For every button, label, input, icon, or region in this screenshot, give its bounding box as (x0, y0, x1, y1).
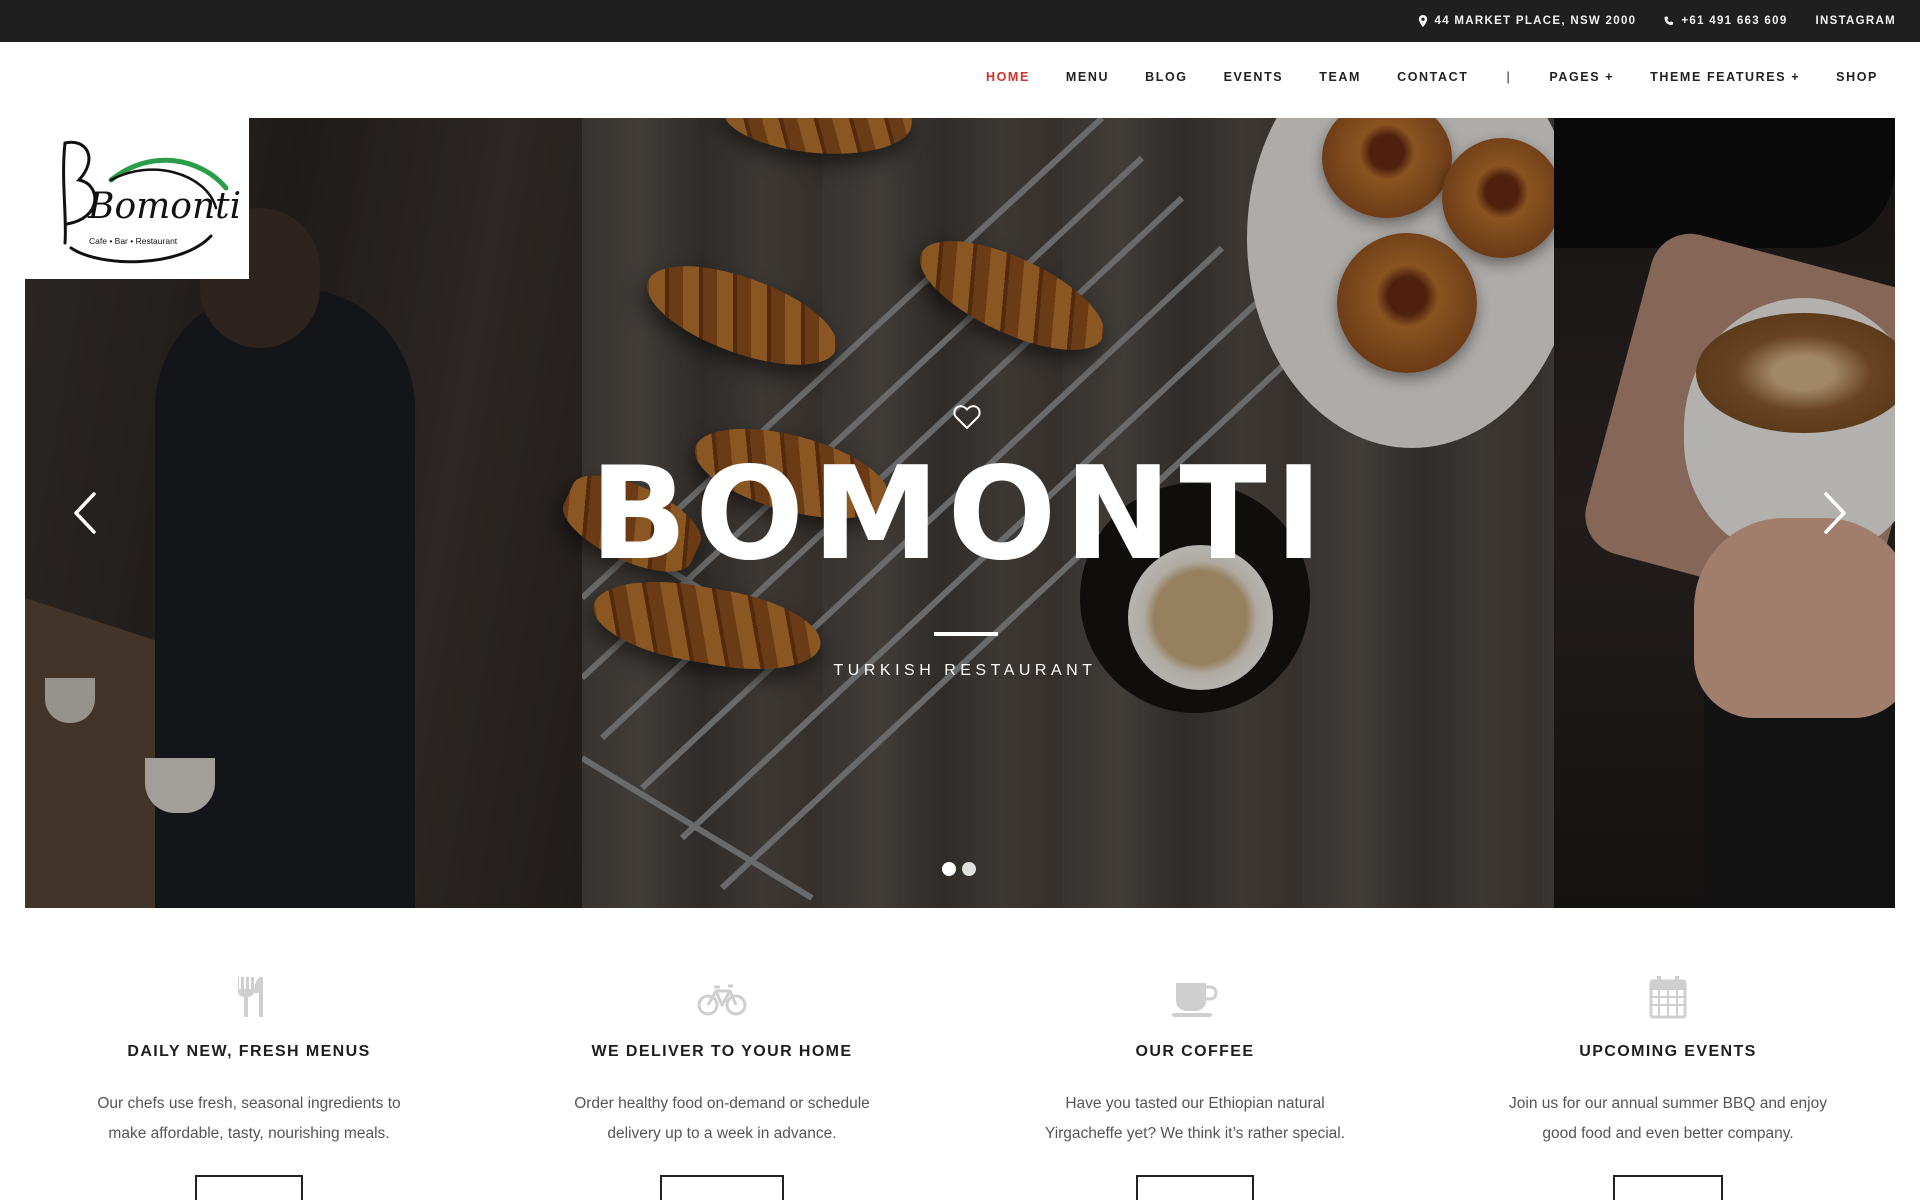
feature-title: UPCOMING EVENTS (1579, 1043, 1757, 1060)
nav-item-theme-features[interactable]: THEME FEATURES + (1632, 70, 1818, 84)
feature-description-line: Order healthy food on-demand or schedule (574, 1095, 870, 1112)
feature-title: OUR COFFEE (1135, 1043, 1255, 1060)
slider-next-arrow[interactable] (1820, 490, 1850, 536)
nav-item-team[interactable]: TEAM (1301, 70, 1379, 84)
feature-coffee: OUR COFFEE Have you tasted our Ethiopian… (995, 975, 1395, 1200)
instagram-text: INSTAGRAM (1815, 15, 1896, 27)
feature-description: Our chefs use fresh, seasonal ingredient… (49, 1089, 449, 1149)
map-pin-icon (1418, 15, 1427, 27)
slider-dot-1[interactable] (942, 862, 956, 876)
feature-description: Join us for our annual summer BBQ and en… (1468, 1089, 1868, 1149)
nav-item-shop[interactable]: SHOP (1818, 70, 1896, 84)
logo-mark: Bomonti Cafe • Bar • Restaurant (62, 140, 241, 264)
feature-button[interactable] (1136, 1175, 1254, 1200)
feature-title: WE DELIVER TO YOUR HOME (591, 1043, 853, 1060)
feature-title: DAILY NEW, FRESH MENUS (127, 1043, 371, 1060)
feature-description-line: Our chefs use fresh, seasonal ingredient… (97, 1095, 401, 1112)
site-logo[interactable]: Bomonti Cafe • Bar • Restaurant (25, 118, 249, 279)
feature-button[interactable] (1613, 1175, 1723, 1200)
phone-item[interactable]: +61 491 663 609 (1664, 15, 1787, 27)
fork-knife-icon (238, 977, 263, 1017)
feature-fresh-menus: DAILY NEW, FRESH MENUS Our chefs use fre… (49, 975, 449, 1200)
feature-description-line: good food and even better company. (1542, 1125, 1794, 1142)
phone-text: +61 491 663 609 (1681, 15, 1788, 27)
main-nav: HOME MENU BLOG EVENTS TEAM CONTACT | PAG… (968, 70, 1896, 84)
feature-description-line: Have you tasted our Ethiopian natural (1065, 1095, 1325, 1112)
feature-description-line: delivery up to a week in advance. (607, 1125, 837, 1142)
feature-description-line: Join us for our annual summer BBQ and en… (1509, 1095, 1827, 1112)
coffee-cup-icon (1172, 983, 1218, 1017)
calendar-icon (1649, 976, 1687, 1019)
nav-item-blog[interactable]: BLOG (1127, 70, 1206, 84)
nav-item-menu[interactable]: MENU (1048, 70, 1127, 84)
feature-delivery: WE DELIVER TO YOUR HOME Order healthy fo… (522, 975, 922, 1200)
nav-item-home[interactable]: HOME (968, 70, 1048, 84)
nav-item-events[interactable]: EVENTS (1206, 70, 1302, 84)
nav-item-contact[interactable]: CONTACT (1379, 70, 1486, 84)
features-section: DAILY NEW, FRESH MENUS Our chefs use fre… (0, 975, 1920, 1200)
slider-dot-2[interactable] (962, 862, 976, 876)
hero-title: BOMONTI (589, 440, 1331, 589)
nav-separator: | (1506, 70, 1512, 84)
hero-divider (934, 632, 998, 636)
address-text: 44 MARKET PLACE, NSW 2000 (1434, 15, 1637, 27)
feature-description-line: make affordable, tasty, nourishing meals… (108, 1125, 390, 1142)
feature-events: UPCOMING EVENTS Join us for our annual s… (1468, 975, 1868, 1200)
feature-button[interactable] (195, 1175, 303, 1200)
feature-button[interactable] (660, 1175, 784, 1200)
bicycle-icon (697, 984, 747, 1016)
logo-wordmark: Bomonti (87, 186, 241, 227)
slider-dots (942, 862, 976, 876)
feature-description: Have you tasted our Ethiopian natural Yi… (995, 1089, 1395, 1149)
heart-icon (953, 405, 981, 430)
address-item[interactable]: 44 MARKET PLACE, NSW 2000 (1418, 15, 1637, 27)
top-bar: 44 MARKET PLACE, NSW 2000 +61 491 663 60… (0, 0, 1920, 42)
instagram-link[interactable]: INSTAGRAM (1816, 15, 1896, 27)
hero-subtitle: TURKISH RESTAURANT (833, 662, 1097, 679)
nav-item-pages[interactable]: PAGES + (1531, 70, 1632, 84)
slider-prev-arrow[interactable] (70, 490, 100, 536)
phone-icon (1664, 16, 1674, 25)
logo-tagline: Cafe • Bar • Restaurant (89, 236, 178, 246)
feature-description: Order healthy food on-demand or schedule… (522, 1089, 922, 1149)
feature-description-line: Yirgacheffe yet? We think it’s rather sp… (1044, 1125, 1346, 1142)
